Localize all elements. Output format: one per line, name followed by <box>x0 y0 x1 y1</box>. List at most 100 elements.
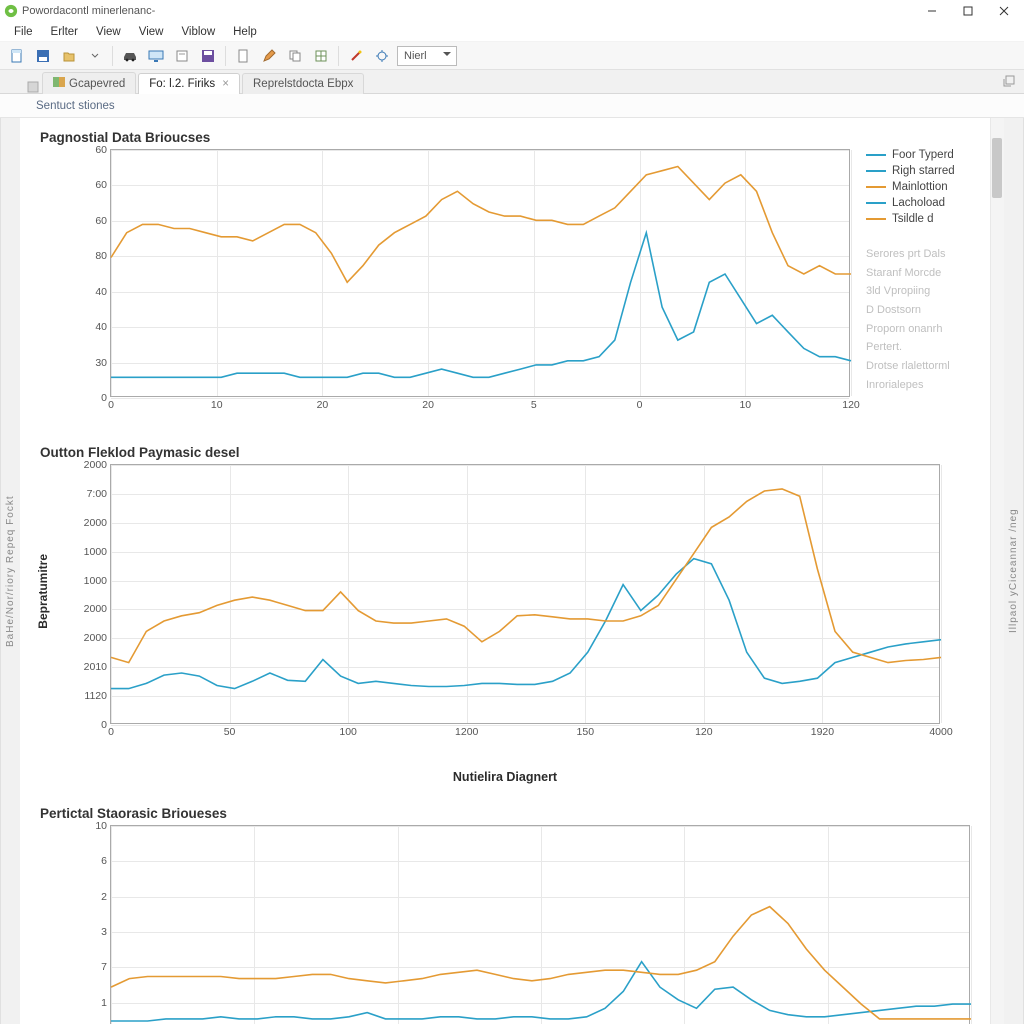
y-tick: 30 <box>95 357 111 369</box>
sub-toolbar: Sentuct stiones <box>0 94 1024 118</box>
side-panel-item[interactable]: 3ld Vpropiing <box>866 282 955 301</box>
wand-icon[interactable] <box>345 45 367 67</box>
y-tick: 1000 <box>84 575 111 587</box>
chart-series <box>111 826 971 1024</box>
toolbar: Nierl <box>0 42 1024 70</box>
side-panel-item[interactable]: Drotse rlalettorml <box>866 357 955 376</box>
page-icon[interactable] <box>232 45 254 67</box>
tool-icon[interactable] <box>371 45 393 67</box>
app-icon <box>4 4 18 18</box>
legend: Foor Typerd Righ starred Mainlottion Lachol… <box>866 149 955 395</box>
chevron-down-icon[interactable] <box>84 45 106 67</box>
legend-label: Mainlottion <box>892 181 948 193</box>
menu-file[interactable]: File <box>6 24 41 40</box>
tab-lead-icon[interactable] <box>24 81 42 93</box>
sub-toolbar-label: Sentuct stiones <box>36 100 115 112</box>
close-button[interactable] <box>986 0 1022 22</box>
tab-reports[interactable]: Reprelstdocta Ebpx <box>242 73 364 94</box>
disk-icon[interactable] <box>197 45 219 67</box>
tab-captured[interactable]: Gcapevred <box>42 72 136 94</box>
x-tick: 0 <box>637 396 643 411</box>
legend-item[interactable]: Lachoload <box>866 197 955 209</box>
menu-editor[interactable]: Erlter <box>43 24 86 40</box>
legend-item[interactable]: Tsildle d <box>866 213 955 225</box>
tab-label: Gcapevred <box>69 78 125 90</box>
x-tick: 20 <box>317 396 329 411</box>
y-tick: 1 <box>101 997 111 1009</box>
legend-label: Foor Typerd <box>892 149 954 161</box>
x-axis-label: Nutielira Diagnert <box>70 770 940 784</box>
main-body: BaHe/Nor/riory Repeq Fockt Pagnostial Da… <box>0 118 1024 1024</box>
side-panel-item[interactable]: D Dostsorn <box>866 301 955 320</box>
y-tick: 1000 <box>84 546 111 558</box>
legend-item[interactable]: Foor Typerd <box>866 149 955 161</box>
scrollbar-thumb[interactable] <box>992 138 1002 198</box>
legend-item[interactable]: Righ starred <box>866 165 955 177</box>
right-rail[interactable]: Illpaol yCiceannar /neg <box>1004 118 1024 1024</box>
side-panel-item[interactable]: Pertert. <box>866 338 955 357</box>
series-orange <box>111 489 941 663</box>
sep <box>112 46 113 66</box>
chart-block: Pagnostial Data Brioucses606060804040300… <box>70 130 980 423</box>
scrollbar[interactable] <box>990 118 1004 1024</box>
car-icon[interactable] <box>119 45 141 67</box>
side-panel-item[interactable]: Staranf Morcde <box>866 264 955 283</box>
x-tick: 50 <box>224 723 236 738</box>
legend-item[interactable]: Mainlottion <box>866 181 955 193</box>
plot-area[interactable]: 10623711010001001510519401560019500 <box>110 825 970 1024</box>
y-tick: 60 <box>95 179 111 191</box>
toolbar-select[interactable]: Nierl <box>397 46 457 66</box>
tab-label: Reprelstdocta Ebpx <box>253 78 353 90</box>
new-file-icon[interactable] <box>6 45 28 67</box>
popout-icon[interactable] <box>1002 74 1016 88</box>
plot-area[interactable]: 20007:0020001000100020002000201011200050… <box>110 464 940 724</box>
plot-area[interactable]: 60606080404030001020205010120 <box>110 149 850 397</box>
series-blue <box>111 559 941 689</box>
sep <box>225 46 226 66</box>
chart-title: Pertictal Staorasic Brioueses <box>40 806 980 821</box>
y-tick: 2000 <box>84 603 111 615</box>
tab-label: Fo: l.2. Firiks <box>149 78 215 90</box>
series-orange <box>111 167 851 283</box>
legend-swatch <box>866 170 886 172</box>
menu-help[interactable]: Help <box>225 24 265 40</box>
open-icon[interactable] <box>58 45 80 67</box>
x-tick: 0 <box>108 396 114 411</box>
maximize-button[interactable] <box>950 0 986 22</box>
copy-icon[interactable] <box>284 45 306 67</box>
legend-label: Righ starred <box>892 165 955 177</box>
legend-swatch <box>866 218 886 220</box>
legend-swatch <box>866 154 886 156</box>
menu-view[interactable]: View <box>88 24 129 40</box>
tab-figure[interactable]: Fo: l.2. Firiks × <box>138 73 240 94</box>
legend-swatch <box>866 202 886 204</box>
x-tick: 4000 <box>929 723 952 738</box>
sep <box>338 46 339 66</box>
x-tick: 10 <box>739 396 751 411</box>
side-panel-item[interactable]: Inrorialepes <box>866 376 955 395</box>
series-orange <box>111 907 971 1019</box>
grid-icon[interactable] <box>310 45 332 67</box>
y-tick: 7:00 <box>87 488 111 500</box>
x-tick: 150 <box>577 723 595 738</box>
menu-view-2[interactable]: View <box>131 24 172 40</box>
plot-box: 10623711010001001510519401560019500 <box>70 825 970 1024</box>
menu-window[interactable]: Viblow <box>173 24 223 40</box>
monitor-icon[interactable] <box>145 45 167 67</box>
preview-icon[interactable] <box>171 45 193 67</box>
y-tick: 60 <box>95 144 111 156</box>
plot-box: 20007:0020001000100020002000201011200050… <box>70 464 940 750</box>
x-tick: 100 <box>339 723 357 738</box>
minimize-button[interactable] <box>914 0 950 22</box>
x-tick: 0 <box>108 723 114 738</box>
plot-box: 60606080404030001020205010120 <box>70 149 850 423</box>
x-tick: 5 <box>531 396 537 411</box>
left-rail[interactable]: BaHe/Nor/riory Repeq Fockt <box>0 118 20 1024</box>
save-icon[interactable] <box>32 45 54 67</box>
side-panel-item[interactable]: Serores prt Dals <box>866 245 955 264</box>
edit-icon[interactable] <box>258 45 280 67</box>
legend-swatch <box>866 186 886 188</box>
close-icon[interactable]: × <box>222 78 229 90</box>
side-panel-item[interactable]: Proporn onanrh <box>866 320 955 339</box>
toolbar-select-value: Nierl <box>404 50 427 62</box>
